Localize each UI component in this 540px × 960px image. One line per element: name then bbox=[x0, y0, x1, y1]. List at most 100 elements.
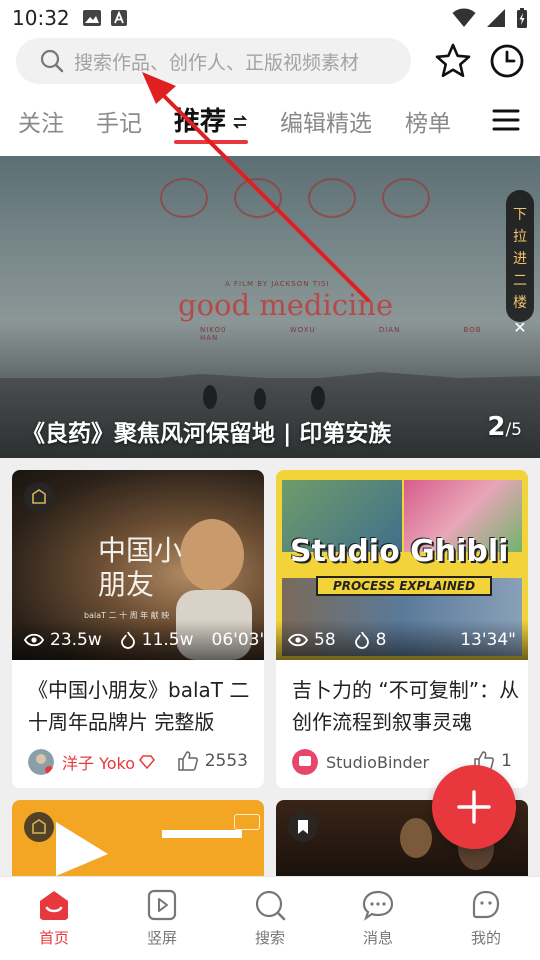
status-time: 10:32 bbox=[12, 6, 70, 30]
switch-arrows-icon[interactable] bbox=[232, 114, 248, 130]
vertical-video-icon bbox=[147, 889, 177, 921]
views-eye-icon bbox=[24, 633, 44, 647]
author-avatar bbox=[292, 749, 318, 775]
video-card[interactable]: 中国小朋友 balaT 二 十 周 年 献 映 23.5w 11.5w 06'0… bbox=[12, 470, 264, 788]
bottom-navigation: 首页 竖屏 搜索 消息 我的 bbox=[0, 876, 540, 960]
thumbnail-play-shape bbox=[56, 822, 108, 876]
video-card[interactable] bbox=[12, 800, 264, 876]
banner-page-total: /5 bbox=[505, 420, 522, 440]
top-header: 搜索作品、创作人、正版视频素材 关注 手记 推荐 编辑精选 榜单 bbox=[0, 36, 540, 156]
menu-icon[interactable] bbox=[492, 108, 520, 132]
banner-figures bbox=[203, 385, 325, 410]
category-tabs: 关注 手记 推荐 编辑精选 榜单 bbox=[0, 100, 540, 150]
gallery-notification-icon bbox=[82, 10, 101, 26]
home-icon bbox=[40, 891, 68, 920]
laurel-badge bbox=[160, 178, 208, 218]
banner-pager: 2/5 bbox=[487, 412, 522, 442]
battery-icon bbox=[517, 8, 527, 28]
tab-rankings[interactable]: 榜单 bbox=[405, 104, 451, 138]
poster-title: good medicine bbox=[178, 288, 394, 322]
search-icon bbox=[40, 49, 64, 73]
video-duration: 13'34" bbox=[460, 630, 516, 650]
poster-credit: A FILM BY JACKSON TISI bbox=[225, 280, 330, 288]
nav-vertical[interactable]: 竖屏 bbox=[108, 877, 216, 960]
nav-home[interactable]: 首页 bbox=[0, 877, 108, 960]
video-thumbnail: 中国小朋友 balaT 二 十 周 年 献 映 23.5w 11.5w 06'0… bbox=[12, 470, 264, 660]
tab-active-indicator bbox=[174, 140, 248, 144]
tab-recommend[interactable]: 推荐 bbox=[174, 101, 226, 138]
views-count: 23.5w bbox=[50, 630, 102, 650]
nav-home-label: 首页 bbox=[38, 929, 69, 947]
festival-laurels bbox=[160, 178, 430, 218]
quality-badge bbox=[234, 814, 260, 830]
thumbnail-ribbon: PROCESS EXPLAINED bbox=[316, 576, 492, 596]
video-author[interactable]: 洋子 Yoko bbox=[28, 746, 155, 778]
create-post-button[interactable] bbox=[432, 765, 516, 849]
creator-badge-icon bbox=[24, 482, 54, 512]
nav-profile[interactable]: 我的 bbox=[432, 877, 540, 960]
likes-count: 1 bbox=[501, 751, 512, 771]
tab-editors-pick[interactable]: 编辑精选 bbox=[280, 104, 372, 138]
favorites-star-icon[interactable] bbox=[434, 42, 472, 80]
likes-count: 2553 bbox=[204, 751, 248, 771]
plays-icon bbox=[120, 631, 135, 649]
search-nav-icon bbox=[255, 890, 286, 921]
search-placeholder: 搜索作品、创作人、正版视频素材 bbox=[74, 51, 360, 74]
pulldown-close-icon[interactable]: ✕ bbox=[513, 318, 526, 337]
video-thumbnail: Studio Ghibli PROCESS EXPLAINED 58 8 13'… bbox=[276, 470, 528, 660]
nav-search-label: 搜索 bbox=[254, 929, 285, 947]
plays-icon bbox=[354, 631, 369, 649]
plus-icon bbox=[457, 790, 491, 824]
nav-search[interactable]: 搜索 bbox=[216, 877, 324, 960]
video-stats: 23.5w 11.5w 06'03" bbox=[12, 620, 264, 660]
banner-page-current: 2 bbox=[487, 412, 506, 442]
profile-icon bbox=[472, 890, 500, 919]
views-eye-icon bbox=[288, 633, 308, 647]
search-bar[interactable]: 搜索作品、创作人、正版视频素材 bbox=[16, 38, 411, 84]
history-clock-icon[interactable] bbox=[488, 42, 526, 80]
laurel-badge bbox=[308, 178, 356, 218]
poster-names: NIKO0 WOXU DIAN BOB HAN bbox=[200, 326, 482, 342]
thumbnail-stroke bbox=[162, 830, 242, 838]
font-notification-icon bbox=[110, 10, 127, 26]
app-screen: 10:32 搜索作品、创作人、正版视频素材 关注 手记 推荐 编辑精选 榜单 A… bbox=[0, 0, 540, 960]
nav-messages[interactable]: 消息 bbox=[324, 877, 432, 960]
banner-caption: 《良药》聚焦风河保留地 | 印第安族 bbox=[22, 421, 392, 447]
pulldown-char: 拉 bbox=[513, 229, 527, 245]
video-card[interactable]: Studio Ghibli PROCESS EXPLAINED 58 8 13'… bbox=[276, 470, 528, 788]
featured-banner[interactable]: A FILM BY JACKSON TISI good medicine NIK… bbox=[0, 156, 540, 458]
laurel-badge bbox=[234, 178, 282, 218]
nav-messages-label: 消息 bbox=[362, 929, 393, 947]
creator-badge-icon bbox=[24, 812, 54, 842]
thumbnail-title: 中国小朋友 bbox=[98, 534, 183, 601]
author-name: StudioBinder bbox=[326, 752, 430, 772]
author-avatar bbox=[28, 749, 54, 775]
tab-follow[interactable]: 关注 bbox=[18, 104, 64, 138]
vip-diamond-icon bbox=[139, 755, 155, 769]
video-stats: 58 8 13'34" bbox=[276, 620, 528, 660]
laurel-badge bbox=[382, 178, 430, 218]
plays-count: 8 bbox=[375, 630, 387, 650]
plays-count: 11.5w bbox=[141, 630, 194, 650]
thumbnail-subtitle: PROCESS EXPLAINED bbox=[332, 579, 476, 593]
views-count: 58 bbox=[314, 630, 336, 650]
nav-profile-label: 我的 bbox=[470, 929, 501, 947]
thumbnail-title: Studio Ghibli bbox=[290, 534, 509, 569]
cell-signal-icon bbox=[487, 9, 505, 27]
pull-to-second-floor[interactable]: 下 拉 进 二 楼 ✕ bbox=[506, 190, 534, 337]
like-button[interactable]: 2553 bbox=[177, 750, 248, 772]
video-title: 吉卜力的 “不可复制”：从创作流程到叙事灵魂 bbox=[292, 678, 520, 734]
author-name: 洋子 Yoko bbox=[62, 754, 136, 773]
pulldown-char: 进 bbox=[513, 251, 527, 267]
video-author[interactable]: StudioBinder bbox=[292, 746, 429, 778]
wifi-icon bbox=[452, 8, 476, 27]
pulldown-char: 下 bbox=[513, 207, 527, 223]
pulldown-char: 楼 bbox=[513, 295, 527, 311]
video-duration: 06'03" bbox=[211, 630, 264, 650]
nav-vertical-label: 竖屏 bbox=[146, 929, 177, 947]
thumbs-up-icon bbox=[177, 751, 198, 771]
pulldown-char: 二 bbox=[513, 273, 527, 289]
bookmark-icon bbox=[288, 812, 318, 842]
video-title: 《中国小朋友》balaT 二十周年品牌片 完整版 bbox=[28, 678, 250, 734]
tab-notes[interactable]: 手记 bbox=[96, 104, 142, 138]
